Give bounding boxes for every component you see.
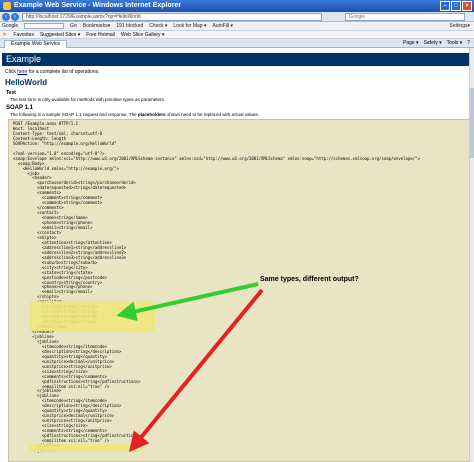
window-title: Example Web Service - Windows Internet E… — [14, 2, 182, 9]
toolbar-item-popup-blocked[interactable]: 191 blocked — [116, 23, 143, 29]
intro-prefix: Click — [5, 69, 18, 75]
toolbar-settings[interactable]: Settings▾ — [449, 23, 474, 29]
address-bar: ‹ › http://localhost:1729/Example.asmx?o… — [0, 12, 474, 22]
google-logo: Google — [2, 23, 19, 29]
intro-text: Click here for a complete list of operat… — [5, 69, 100, 75]
soap-heading: SOAP 1.1 — [6, 105, 33, 111]
go-button[interactable]: Go — [70, 23, 77, 29]
highlight-emailitem-header — [29, 301, 155, 331]
tab-example-web-service[interactable]: Example Web Service — [4, 40, 68, 48]
command-tools[interactable]: Tools ▾ — [447, 40, 463, 47]
soap-text: The following is a sample SOAP 1.1 reque… — [10, 112, 259, 117]
favorite-free-hotmail[interactable]: Free Hotmail — [86, 32, 115, 38]
google-toolbar: Google Go Bookmarks▾ 191 blocked Check ▾… — [0, 22, 474, 31]
test-text: The test form is only available for meth… — [10, 97, 166, 102]
soap-request-code: POST /Example.asmx HTTP/1.1 Host: localh… — [13, 121, 420, 453]
soap-request-codebox: POST /Example.asmx HTTP/1.1 Host: localh… — [8, 119, 470, 462]
favorites-star-icon[interactable]: ★ — [2, 31, 7, 38]
favorites-bar: ★ Favorites Suggested Sites ▾ Free Hotma… — [0, 31, 474, 39]
url-input[interactable]: http://localhost:1729/Example.asmx?op=He… — [22, 13, 322, 21]
window-titlebar: Example Web Service - Windows Internet E… — [0, 0, 474, 12]
page-header: Example — [2, 53, 472, 66]
toolbar-item-look-for-map[interactable]: Look for Map ▾ — [173, 23, 206, 29]
toolbar-item-bookmarks[interactable]: Bookmarks▾ — [83, 23, 111, 29]
tab-bar: Example Web Service Page ▾ Safety ▾ Tool… — [0, 39, 474, 48]
minimize-icon[interactable]: – — [440, 1, 450, 11]
search-input[interactable]: Google — [345, 13, 465, 21]
favorite-suggested-sites[interactable]: Suggested Sites ▾ — [40, 32, 80, 38]
method-title: HelloWorld — [5, 78, 48, 87]
favorite-web-slice-gallery[interactable]: Web Slice Gallery ▾ — [121, 32, 165, 38]
google-search-input[interactable] — [24, 23, 65, 29]
forward-arrow-icon[interactable]: › — [11, 13, 19, 21]
scrollbar-thumb[interactable] — [470, 88, 474, 158]
command-page[interactable]: Page ▾ — [403, 40, 419, 47]
page-scrollbar[interactable] — [469, 48, 474, 462]
ie-app-icon — [3, 2, 11, 10]
highlight-emailitem-jobline — [29, 444, 141, 452]
annotation-callout: Same types, different output? — [260, 276, 359, 283]
back-arrow-icon[interactable]: ‹ — [2, 13, 10, 21]
favorites-label[interactable]: Favorites — [13, 32, 34, 38]
soap-text-placeholders: placeholders — [137, 112, 166, 117]
toolbar-item-check[interactable]: Check ▾ — [149, 23, 167, 29]
command-help[interactable]: ? — [467, 40, 470, 47]
intro-suffix: for a complete list of operations. — [27, 69, 100, 75]
operations-link[interactable]: here — [17, 69, 27, 75]
soap-text-suffix: shown need to be replaced with actual va… — [165, 112, 259, 117]
toolbar-item-autofill[interactable]: AutoFill ▾ — [212, 23, 233, 29]
command-bar: Page ▾ Safety ▾ Tools ▾ ? — [403, 40, 470, 47]
close-icon[interactable]: × — [462, 1, 472, 11]
soap-text-prefix: The following is a sample SOAP 1.1 reque… — [10, 112, 138, 117]
page-content: Example Click here for a complete list o… — [0, 48, 474, 462]
window-controls: – □ × — [440, 1, 472, 11]
test-heading: Test — [6, 90, 16, 96]
maximize-icon[interactable]: □ — [451, 1, 461, 11]
command-safety[interactable]: Safety ▾ — [424, 40, 442, 47]
